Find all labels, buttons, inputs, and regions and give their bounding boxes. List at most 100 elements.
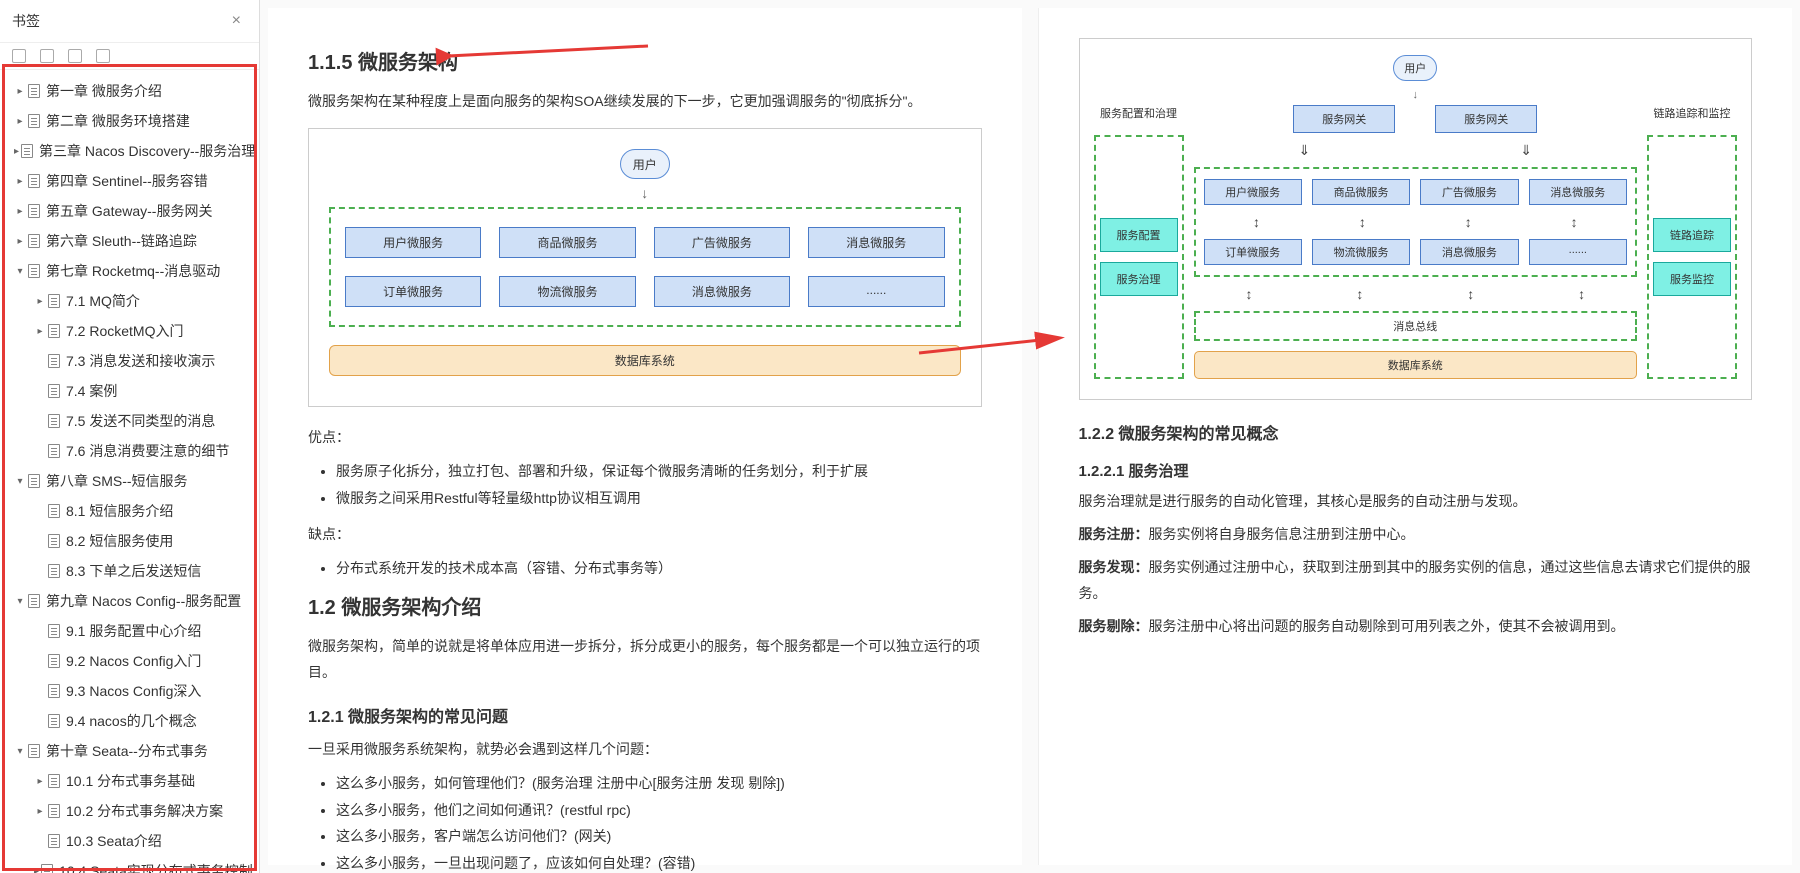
page-icon [48,294,60,308]
bookmark-label: 第五章 Gateway--服务网关 [46,201,212,221]
bookmark-item[interactable]: ▸10.1 分布式事务基础 [0,766,259,796]
collapse-all-icon[interactable] [40,49,54,63]
bookmark-item[interactable]: 7.3 消息发送和接收演示 [0,346,259,376]
bookmark-item[interactable]: ▾ 第八章 SMS--短信服务 [0,466,259,496]
close-icon[interactable]: × [226,10,247,32]
service-box: 物流微服务 [499,276,635,307]
expand-arrow-icon[interactable]: ▸ [34,326,46,337]
expand-arrow-icon[interactable] [34,686,46,697]
bookmark-item[interactable]: 9.1 服务配置中心介绍 [0,616,259,646]
bookmark-item[interactable]: 10.3 Seata介绍 [0,826,259,856]
arch-box: 服务网关 [1435,105,1537,133]
heading-1-1-5: 1.1.5 微服务架构 [308,46,982,75]
bookmark-item[interactable]: ▸第一章 微服务介绍 [0,76,259,106]
expand-arrow-icon[interactable]: ▸ [14,86,26,97]
bookmark-item[interactable]: 8.3 下单之后发送短信 [0,556,259,586]
expand-arrow-icon[interactable]: ▸ [34,806,46,817]
bookmark-label: 8.1 短信服务介绍 [66,501,173,521]
expand-all-icon[interactable] [12,49,26,63]
expand-arrow-icon[interactable] [34,626,46,637]
list-item: 这么多小服务，客户端怎么访问他们？(网关) [336,823,982,850]
bookmark-label: 7.1 MQ简介 [66,291,140,311]
bookmark-tree[interactable]: ▸第一章 微服务介绍▸第二章 微服务环境搭建▸第三章 Nacos Discove… [0,70,259,873]
expand-arrow-icon[interactable]: ▾ [14,746,26,757]
expand-arrow-icon[interactable] [34,656,46,667]
bookmark-item[interactable]: ▸ 第三章 Nacos Discovery--服务治理 [0,136,259,166]
expand-arrow-icon[interactable]: ▾ [14,596,26,607]
bookmark-item[interactable]: ▸第六章 Sleuth--链路追踪 [0,226,259,256]
expand-arrow-icon[interactable] [34,506,46,517]
bookmark-item[interactable]: 9.2 Nacos Config入门 [0,646,259,676]
list-item: 微服务之间采用Restful等轻量级http协议相互调用 [336,485,982,512]
page-spread: 1.1.5 微服务架构 微服务架构在某种程度上是面向服务的架构SOA继续发展的下… [260,0,1800,873]
heading-1-2-1: 1.2.1 微服务架构的常见问题 [308,703,982,727]
arch-box: 消息微服务 [1420,239,1518,265]
bookmark-item[interactable]: ▸7.2 RocketMQ入门 [0,316,259,346]
page-left: 1.1.5 微服务架构 微服务架构在某种程度上是面向服务的架构SOA继续发展的下… [268,8,1022,865]
page-icon [48,444,60,458]
bookmark-item[interactable]: ▸第二章 微服务环境搭建 [0,106,259,136]
bookmark-label: 9.3 Nacos Config深入 [66,681,201,701]
bookmark-item[interactable]: 9.3 Nacos Config深入 [0,676,259,706]
diagram-user-node: 用户 [620,149,670,179]
bookmark-item[interactable]: 7.4 案例 [0,376,259,406]
bookmark-item[interactable]: ▾第九章 Nacos Config--服务配置 [0,586,259,616]
expand-arrow-icon[interactable]: ▸ [34,866,39,873]
expand-arrow-icon[interactable] [34,446,46,457]
bookmark-label: 8.2 短信服务使用 [66,531,173,551]
page-icon [28,234,40,248]
bookmark-item[interactable]: ▾第十章 Seata--分布式事务 [0,736,259,766]
bookmark-label: 第四章 Sentinel--服务容错 [46,171,208,191]
expand-arrow-icon[interactable] [34,716,46,727]
arch-box: 订单微服务 [1204,239,1302,265]
expand-arrow-icon[interactable] [34,386,46,397]
bookmark-item[interactable]: 7.6 消息消费要注意的细节 [0,436,259,466]
expand-arrow-icon[interactable] [34,566,46,577]
bookmark-item[interactable]: ▸ 10.2 分布式事务解决方案 [0,796,259,826]
page-icon [28,264,40,278]
expand-arrow-icon[interactable] [34,416,46,427]
expand-arrow-icon[interactable]: ▸ [34,776,46,787]
expand-arrow-icon[interactable]: ▸ [14,206,26,217]
bookmark-label: 第八章 SMS--短信服务 [46,471,188,491]
service-box: 用户微服务 [345,227,481,258]
page-icon [48,834,60,848]
questions-list: 这么多小服务，如何管理他们？(服务治理 注册中心[服务注册 发现 剔除])这么多… [336,770,982,873]
bookmark-item[interactable]: ▸ 第五章 Gateway--服务网关 [0,196,259,226]
bookmark-label: 第七章 Rocketmq--消息驱动 [46,261,220,281]
bookmark-item[interactable]: 9.4 nacos的几个概念 [0,706,259,736]
expand-arrow-icon[interactable] [34,836,46,847]
bookmark-item[interactable]: 8.1 短信服务介绍 [0,496,259,526]
page-icon [48,564,60,578]
expand-arrow-icon[interactable]: ▸ [34,296,46,307]
expand-arrow-icon[interactable]: ▾ [14,476,26,487]
bookmark-label: 第三章 Nacos Discovery--服务治理 [39,141,255,161]
para-register: 服务注册：服务实例将自身服务信息注册到注册中心。 [1079,522,1753,547]
expand-arrow-icon[interactable] [34,356,46,367]
expand-arrow-icon[interactable]: ▸ [14,146,19,157]
arch-box: 链路追踪 [1653,218,1731,252]
diagram-db: 数据库系统 [329,345,961,376]
page-icon [28,114,40,128]
sidebar-title: 书签 [12,11,40,31]
page-icon [28,204,40,218]
bookmark-label: 10.2 分布式事务解决方案 [66,801,223,821]
sidebar-header: 书签 × [0,0,259,43]
expand-arrow-icon[interactable] [34,536,46,547]
heading-1-2: 1.2 微服务架构介绍 [308,591,982,620]
expand-arrow-icon[interactable]: ▸ [14,116,26,127]
expand-arrow-icon[interactable]: ▸ [14,176,26,187]
arch-box: ...... [1529,239,1627,265]
bookmark-tool-icon[interactable] [68,49,82,63]
expand-arrow-icon[interactable]: ▸ [14,236,26,247]
page-icon [48,354,60,368]
bookmark-item[interactable]: ▸ 7.1 MQ简介 [0,286,259,316]
bookmark-item[interactable]: 7.5 发送不同类型的消息 [0,406,259,436]
bookmark-item[interactable]: ▸ 第四章 Sentinel--服务容错 [0,166,259,196]
expand-arrow-icon[interactable]: ▾ [14,266,26,277]
bookmark-item[interactable]: ▸10.4 Seata实现分布式事务控制 [0,856,259,873]
more-tool-icon[interactable] [96,49,110,63]
bookmark-item[interactable]: ▾ 第七章 Rocketmq--消息驱动 [0,256,259,286]
para-1-2-1: 一旦采用微服务系统架构，就势必会遇到这样几个问题： [308,737,982,762]
bookmark-item[interactable]: 8.2 短信服务使用 [0,526,259,556]
